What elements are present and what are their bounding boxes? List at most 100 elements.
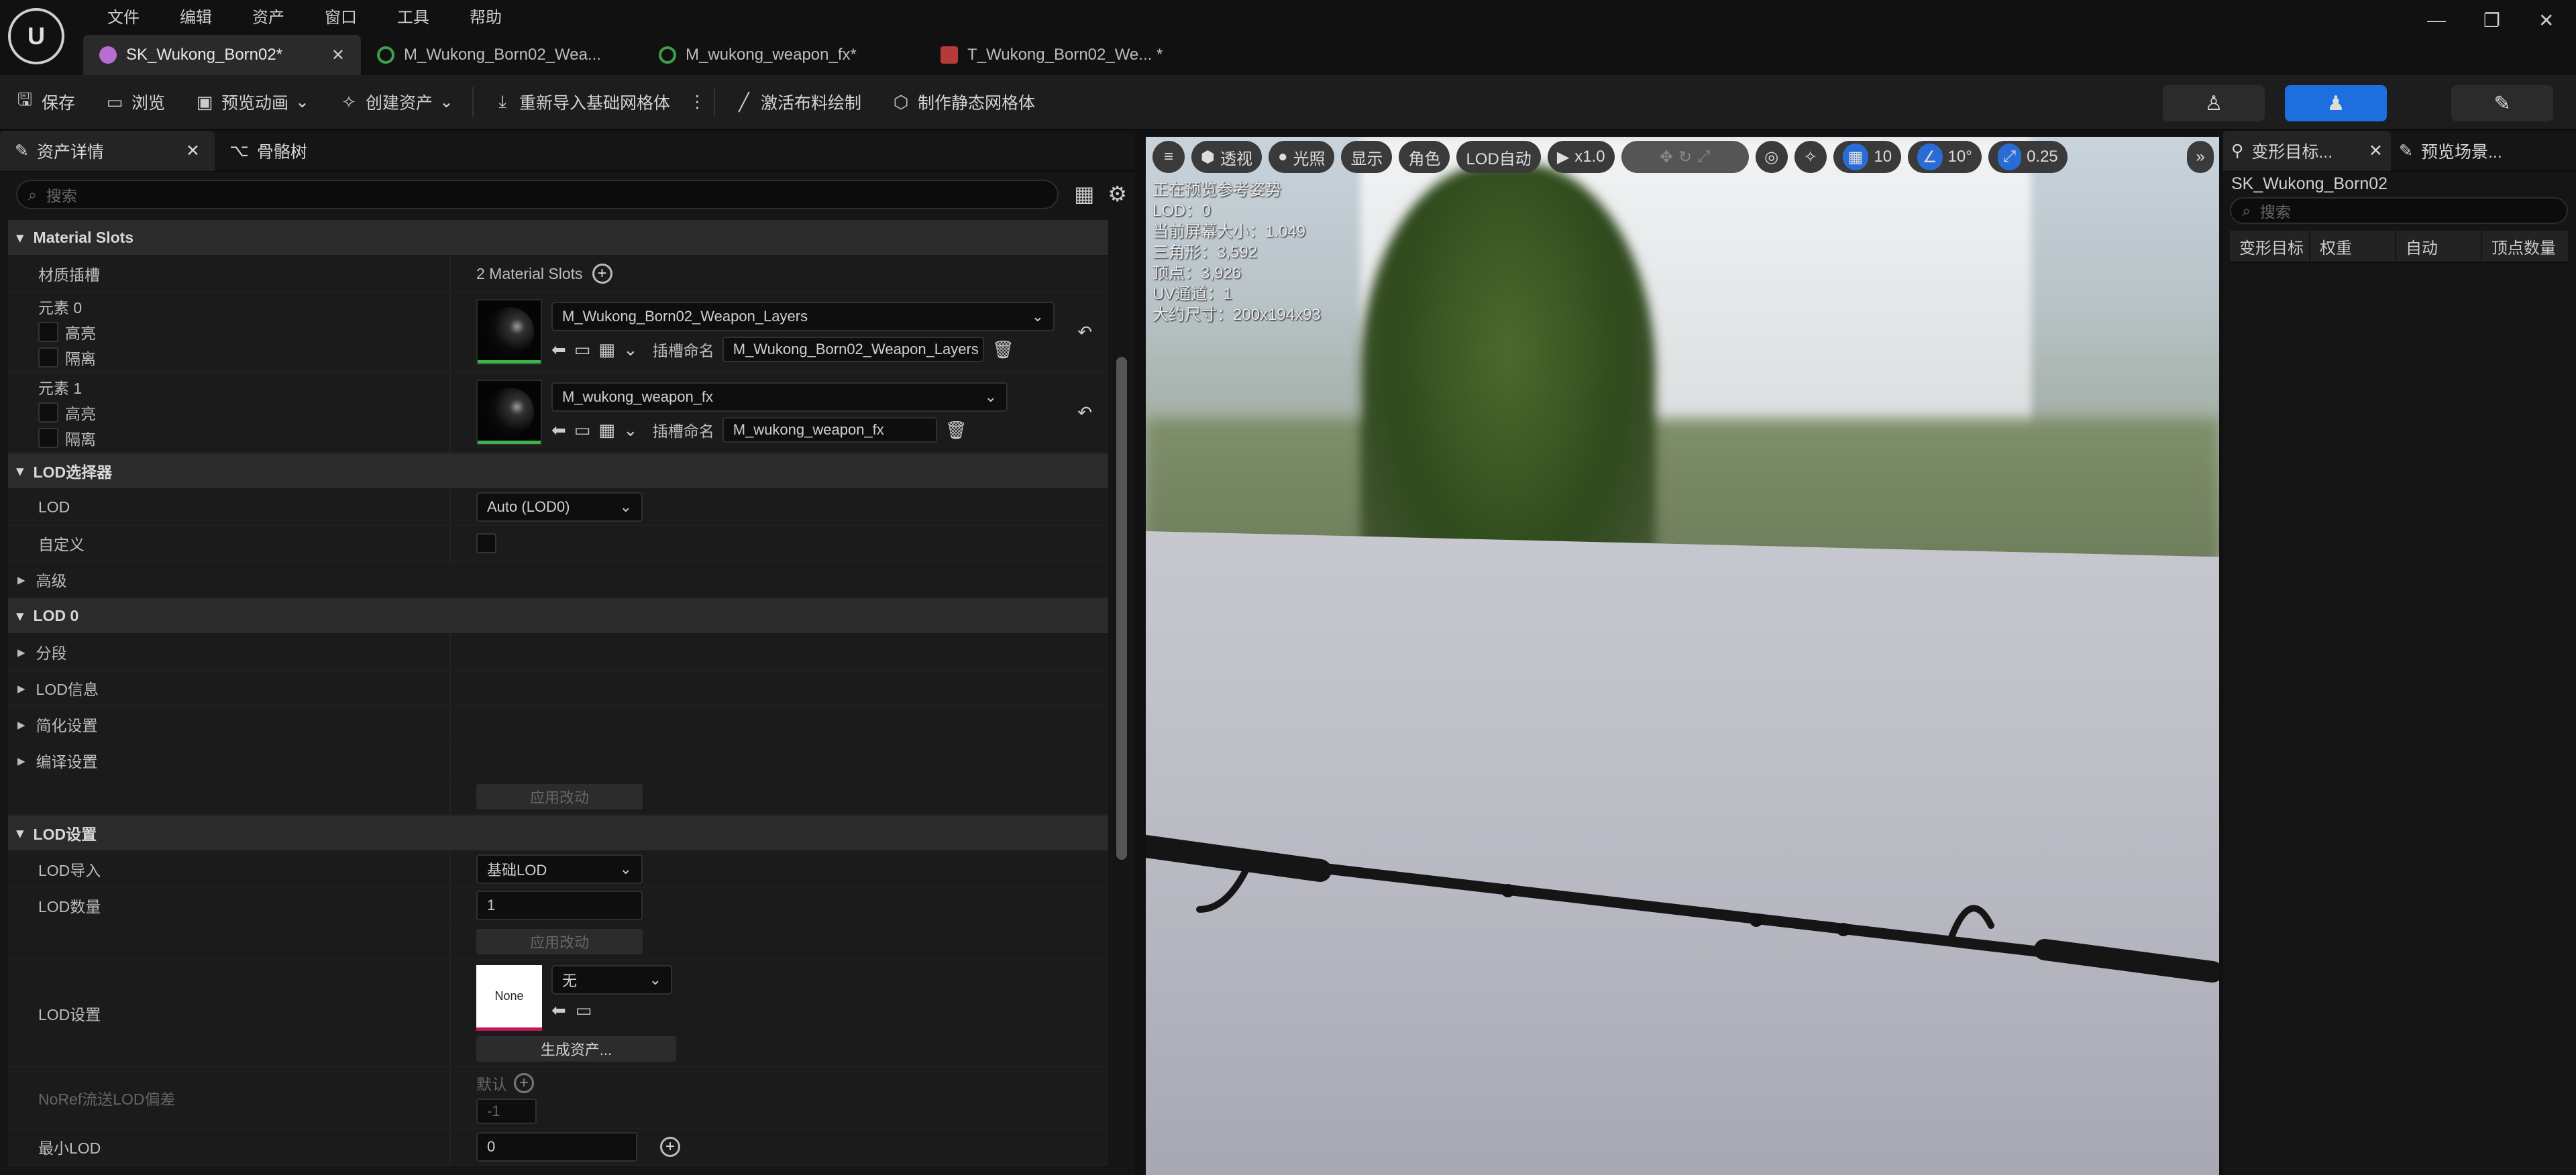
details-scrollbar[interactable]: [1116, 357, 1127, 860]
row-reduction[interactable]: ▸ 简化设置: [8, 707, 1108, 743]
column-vertex-count[interactable]: 顶点数量: [2482, 231, 2569, 262]
tab-preview-scene[interactable]: ✎ 预览场景...: [2391, 131, 2510, 171]
chevron-down-icon[interactable]: ⌄: [623, 420, 638, 441]
browse-button[interactable]: ▭ 浏览: [90, 74, 180, 129]
noref-input[interactable]: -1: [476, 1099, 537, 1124]
tab-sk-wukong[interactable]: SK_Wukong_Born02* ✕: [83, 35, 361, 75]
tab-skeleton-tree[interactable]: ⌥ 骨骼树: [215, 131, 322, 171]
morph-search-input[interactable]: ⌕ 搜索: [2230, 197, 2568, 224]
material-thumbnail[interactable]: [476, 380, 542, 445]
unreal-logo-icon[interactable]: U: [8, 8, 64, 64]
transform-tools[interactable]: ✥ ↻ ⤢: [1621, 141, 1749, 173]
section-material-slots[interactable]: ▾ Material Slots: [8, 220, 1108, 256]
menu-window[interactable]: 窗口: [305, 1, 377, 30]
show-button[interactable]: 显示: [1341, 141, 1393, 173]
use-selected-icon[interactable]: ⬅: [551, 339, 566, 360]
column-weight[interactable]: 权重: [2310, 231, 2396, 262]
browse-folder-icon[interactable]: ▭: [574, 420, 591, 441]
use-selected-icon[interactable]: ⬅: [551, 420, 566, 441]
grid-snap-button[interactable]: ▦ 10: [1833, 141, 1902, 173]
details-search-input[interactable]: ⌕ 搜索: [16, 180, 1059, 209]
mesh-mode-button[interactable]: ♟: [2285, 85, 2387, 121]
angle-snap-button[interactable]: ∠ 10°: [1908, 141, 1982, 173]
character-button[interactable]: 角色: [1399, 141, 1450, 173]
browse-folder-icon[interactable]: ▭: [574, 339, 591, 360]
trash-icon[interactable]: 🗑: [945, 420, 967, 441]
save-button[interactable]: 🖫 保存: [0, 74, 90, 129]
apply-changes-button[interactable]: 应用改动: [476, 784, 643, 809]
viewport-more-button[interactable]: »: [2187, 141, 2214, 173]
viewport-menu-button[interactable]: ≡: [1152, 141, 1185, 173]
preview-viewport[interactable]: ≡ ⬢ 透视 ● 光照 显示 角色 LOD自动 ▶ x1.0 ✥ ↻ ⤢ ◎ ✧ ▦ 10 …: [1146, 137, 2219, 1175]
highlight-checkbox[interactable]: [38, 322, 58, 342]
apply-changes-button[interactable]: 应用改动: [476, 929, 643, 954]
perspective-button[interactable]: ⬢ 透视: [1191, 141, 1262, 173]
browse-folder-icon[interactable]: ▭: [576, 1000, 592, 1021]
asset-thumbnail[interactable]: None: [476, 965, 542, 1031]
lod-auto-button[interactable]: LOD自动: [1456, 141, 1541, 173]
menu-file[interactable]: 文件: [87, 1, 160, 30]
isolate-checkbox[interactable]: [38, 347, 58, 368]
row-sections[interactable]: ▸ 分段: [8, 634, 1108, 671]
more-options-icon[interactable]: ⋮: [685, 74, 710, 129]
physics-mode-button[interactable]: ✎: [2451, 85, 2553, 121]
section-lod-picker[interactable]: ▾ LOD选择器: [8, 453, 1108, 490]
add-platform-icon[interactable]: +: [660, 1137, 680, 1157]
isolate-checkbox[interactable]: [38, 428, 58, 448]
min-lod-input[interactable]: 0: [476, 1132, 637, 1162]
checker-icon[interactable]: ▦: [598, 420, 615, 441]
create-asset-button[interactable]: ✧ 创建资产 ⌄: [324, 74, 468, 129]
tab-asset-details[interactable]: ✎ 资产详情 ✕: [0, 131, 215, 171]
slot-name-field[interactable]: M_Wukong_Born02_Weapon_Layers: [722, 337, 984, 362]
custom-checkbox[interactable]: [476, 533, 496, 553]
row-lod-info[interactable]: ▸ LOD信息: [8, 671, 1108, 707]
scale-snap-button[interactable]: ⤢ 0.25: [1988, 141, 2068, 173]
reset-arrow-icon[interactable]: ↶: [1077, 322, 1092, 343]
reimport-button[interactable]: ⤓ 重新导入基础网格体: [478, 74, 685, 129]
menu-tools[interactable]: 工具: [377, 1, 449, 30]
row-build[interactable]: ▸ 编译设置: [8, 743, 1108, 779]
lit-button[interactable]: ● 光照: [1268, 141, 1335, 173]
close-icon[interactable]: ✕: [331, 46, 345, 65]
column-morph-target[interactable]: 变形目标: [2230, 231, 2310, 262]
add-slot-icon[interactable]: +: [592, 264, 612, 284]
lod-settings-combo[interactable]: 无 ⌄: [551, 965, 672, 995]
make-static-mesh-button[interactable]: ⬡ 制作静态网格体: [876, 74, 1050, 129]
lod-import-combo[interactable]: 基础LOD ⌄: [476, 854, 643, 884]
lod-count-input[interactable]: 1: [476, 891, 643, 920]
play-speed-button[interactable]: ▶ x1.0: [1547, 141, 1615, 173]
preview-animation-button[interactable]: ▣ 预览动画 ⌄: [180, 74, 324, 129]
settings-gear-icon[interactable]: ⚙: [1108, 181, 1127, 207]
tab-morph-targets[interactable]: ⚲ 变形目标... ✕: [2223, 131, 2391, 171]
checker-icon[interactable]: ▦: [598, 339, 615, 360]
surface-snap-button[interactable]: ✧: [1794, 141, 1827, 173]
world-local-button[interactable]: ◎: [1755, 141, 1788, 173]
cloth-paint-button[interactable]: ╱ 激活布料绘制: [719, 74, 876, 129]
skeleton-mode-button[interactable]: ♙: [2163, 85, 2265, 121]
menu-asset[interactable]: 资产: [232, 1, 305, 30]
column-auto[interactable]: 自动: [2396, 231, 2482, 262]
tab-texture[interactable]: T_Wukong_Born02_We... *: [924, 35, 1206, 75]
close-window-icon[interactable]: ✕: [2538, 9, 2554, 32]
restore-icon[interactable]: ❐: [2483, 9, 2500, 32]
reset-arrow-icon[interactable]: ↶: [1077, 402, 1092, 423]
generate-asset-button[interactable]: 生成资产...: [476, 1036, 676, 1062]
material-combo[interactable]: M_wukong_weapon_fx ⌄: [551, 382, 1008, 412]
close-icon[interactable]: ✕: [2369, 141, 2383, 161]
slot-name-field[interactable]: M_wukong_weapon_fx: [722, 417, 937, 443]
lod-combo[interactable]: Auto (LOD0) ⌄: [476, 492, 643, 522]
menu-edit[interactable]: 编辑: [160, 1, 232, 30]
menu-help[interactable]: 帮助: [449, 1, 522, 30]
section-lod-settings[interactable]: ▾ LOD设置: [8, 816, 1108, 852]
minimize-icon[interactable]: —: [2427, 9, 2446, 31]
add-override-icon[interactable]: +: [514, 1073, 534, 1093]
chevron-down-icon[interactable]: ⌄: [623, 339, 638, 360]
tab-material-layers[interactable]: M_Wukong_Born02_Wea...: [361, 35, 643, 75]
row-advanced[interactable]: ▸ 高级: [8, 562, 1108, 598]
material-thumbnail[interactable]: [476, 299, 542, 365]
tab-material-fx[interactable]: M_wukong_weapon_fx*: [643, 35, 924, 75]
highlight-checkbox[interactable]: [38, 402, 58, 423]
table-view-icon[interactable]: ▦: [1074, 181, 1094, 207]
material-combo[interactable]: M_Wukong_Born02_Weapon_Layers ⌄: [551, 302, 1055, 331]
trash-icon[interactable]: 🗑: [992, 339, 1014, 360]
